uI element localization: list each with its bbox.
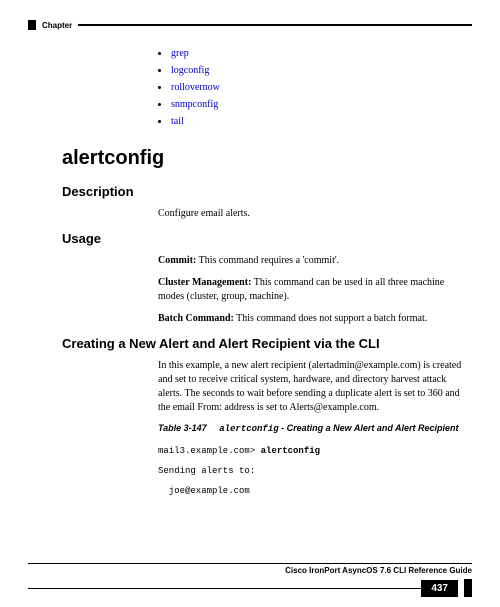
page-number: 437 bbox=[421, 580, 458, 597]
code-prompt: mail3.example.com> bbox=[158, 446, 261, 456]
bullet-icon bbox=[158, 120, 161, 123]
link-logconfig[interactable]: logconfig bbox=[171, 65, 209, 76]
list-item: grep bbox=[158, 48, 472, 59]
table-desc: - Creating a New Alert and Alert Recipie… bbox=[279, 423, 459, 433]
usage-commit: Commit: This command requires a 'commit'… bbox=[158, 254, 472, 268]
bullet-icon bbox=[158, 86, 161, 89]
section-example-heading: Creating a New Alert and Alert Recipient… bbox=[62, 336, 472, 351]
table-caption: Table 3-147 alertconfig - Creating a New… bbox=[158, 423, 472, 434]
chapter-label: Chapter bbox=[42, 21, 72, 30]
table-number: Table 3-147 bbox=[158, 423, 207, 433]
header-bar: Chapter bbox=[28, 20, 472, 30]
footer-line bbox=[28, 563, 472, 565]
commit-label: Commit: bbox=[158, 255, 196, 266]
bullet-icon bbox=[158, 103, 161, 106]
link-grep[interactable]: grep bbox=[171, 48, 189, 59]
description-text: Configure email alerts. bbox=[158, 207, 472, 221]
usage-cluster: Cluster Management: This command can be … bbox=[158, 276, 472, 304]
batch-text: This command does not support a batch fo… bbox=[234, 313, 427, 324]
batch-label: Batch Command: bbox=[158, 313, 234, 324]
footer-subline bbox=[28, 588, 421, 589]
section-usage-heading: Usage bbox=[62, 231, 472, 246]
table-cmd: alertconfig bbox=[219, 424, 278, 434]
bullet-icon bbox=[158, 69, 161, 72]
code-line: Sending alerts to: bbox=[158, 462, 472, 482]
list-item: logconfig bbox=[158, 65, 472, 76]
header-line bbox=[78, 24, 472, 26]
page-decor-block bbox=[464, 579, 472, 597]
list-item: snmpconfig bbox=[158, 99, 472, 110]
example-paragraph: In this example, a new alert recipient (… bbox=[158, 359, 472, 415]
usage-batch: Batch Command: This command does not sup… bbox=[158, 312, 472, 326]
commit-text: This command requires a 'commit'. bbox=[196, 255, 339, 266]
footer: Cisco IronPort AsyncOS 7.6 CLI Reference… bbox=[28, 563, 472, 598]
bullet-icon bbox=[158, 52, 161, 55]
bullet-list: grep logconfig rollovernow snmpconfig ta… bbox=[158, 48, 472, 127]
link-snmpconfig[interactable]: snmpconfig bbox=[171, 99, 218, 110]
list-item: tail bbox=[158, 116, 472, 127]
link-rollovernow[interactable]: rollovernow bbox=[171, 82, 220, 93]
command-title: alertconfig bbox=[62, 147, 472, 170]
code-cmd: alertconfig bbox=[261, 446, 320, 456]
code-line: joe@example.com bbox=[158, 482, 472, 502]
header-block-decor bbox=[28, 20, 36, 30]
code-block: mail3.example.com> alertconfig Sending a… bbox=[158, 442, 472, 501]
footer-title: Cisco IronPort AsyncOS 7.6 CLI Reference… bbox=[28, 566, 472, 575]
link-tail[interactable]: tail bbox=[171, 116, 184, 127]
section-description-heading: Description bbox=[62, 184, 472, 199]
list-item: rollovernow bbox=[158, 82, 472, 93]
page-number-box: 437 bbox=[28, 579, 472, 597]
cluster-label: Cluster Management: bbox=[158, 277, 251, 288]
code-line: mail3.example.com> alertconfig bbox=[158, 442, 472, 462]
